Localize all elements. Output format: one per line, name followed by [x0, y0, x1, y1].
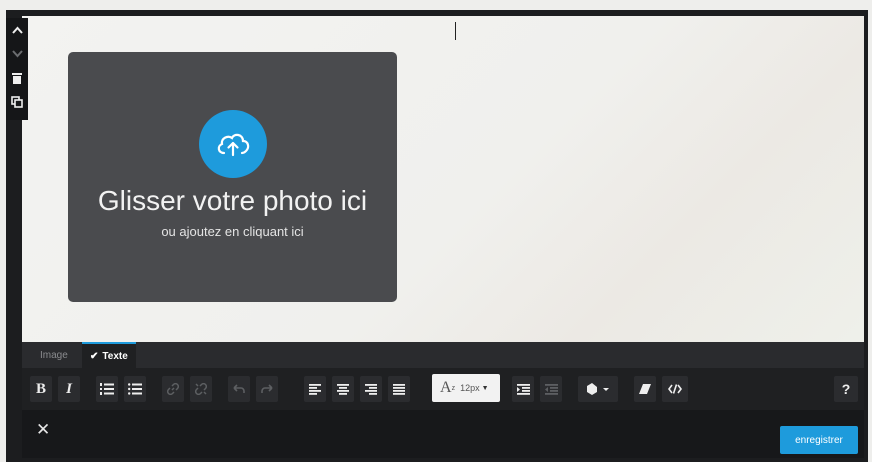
unlink-icon[interactable]	[190, 376, 212, 402]
chevron-up-icon[interactable]	[6, 18, 28, 42]
font-size-icon: A	[440, 379, 452, 396]
tab-texte-label: Texte	[102, 350, 128, 362]
tab-image[interactable]: Image	[32, 342, 76, 368]
close-icon[interactable]: ✕	[36, 420, 50, 440]
trash-icon[interactable]	[6, 66, 28, 90]
block-tools	[6, 18, 28, 120]
outdent-icon[interactable]	[540, 376, 562, 402]
font-size-sup: z	[451, 384, 456, 392]
dropzone-subtitle: ou ajoutez en cliquant ici	[161, 224, 304, 239]
dropzone-title: Glisser votre photo ici	[97, 185, 368, 216]
font-size-select[interactable]: Az 12px ▼	[432, 374, 500, 402]
caret-down-icon: ▼	[481, 384, 489, 392]
help-button[interactable]: ?	[834, 376, 858, 402]
cloud-upload-icon	[199, 110, 267, 178]
text-toolbar: B I Az 12px ▼ ?	[22, 368, 864, 410]
footer-bar: ✕ enregistrer	[22, 410, 864, 458]
redo-icon[interactable]	[256, 376, 278, 402]
photo-dropzone[interactable]: Glisser votre photo ici ou ajoutez en cl…	[68, 52, 397, 302]
indent-icon[interactable]	[512, 376, 534, 402]
align-left-icon[interactable]	[304, 376, 326, 402]
align-right-icon[interactable]	[360, 376, 382, 402]
align-center-icon[interactable]	[332, 376, 354, 402]
duplicate-icon[interactable]	[6, 90, 28, 114]
code-icon[interactable]	[662, 376, 688, 402]
save-button[interactable]: enregistrer	[780, 426, 858, 454]
align-justify-icon[interactable]	[388, 376, 410, 402]
undo-icon[interactable]	[228, 376, 250, 402]
color-fill-icon[interactable]	[578, 376, 618, 402]
ordered-list-icon[interactable]	[96, 376, 118, 402]
tab-texte[interactable]: ✔ Texte	[82, 342, 136, 368]
chevron-down-icon[interactable]	[6, 42, 28, 66]
checkmark-icon: ✔	[90, 350, 99, 362]
bold-button[interactable]: B	[30, 376, 52, 402]
tab-image-label: Image	[40, 349, 68, 361]
eraser-icon[interactable]	[634, 376, 656, 402]
font-size-value: 12px	[460, 383, 480, 393]
editor-tabs: Image ✔ Texte	[22, 342, 864, 368]
italic-button[interactable]: I	[58, 376, 80, 402]
text-cursor	[455, 22, 456, 40]
link-icon[interactable]	[162, 376, 184, 402]
unordered-list-icon[interactable]	[124, 376, 146, 402]
